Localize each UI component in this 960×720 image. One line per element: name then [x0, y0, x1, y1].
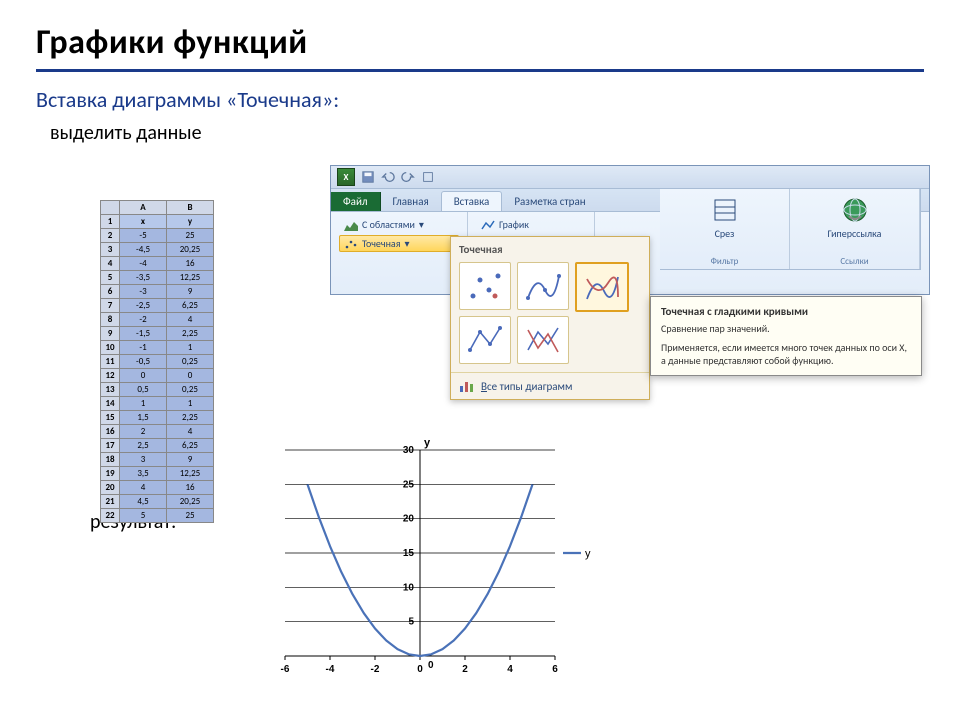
tab-page-layout[interactable]: Разметка стран: [502, 192, 597, 211]
col-header-b: B: [167, 201, 214, 215]
table-row: 20416: [101, 481, 214, 495]
table-row: 1624: [101, 425, 214, 439]
table-row: 130,50,25: [101, 383, 214, 397]
table-corner: [101, 201, 120, 215]
table-row: 172,56,25: [101, 439, 214, 453]
svg-text:30: 30: [403, 445, 415, 456]
ribbon-btn-line-label: График: [499, 218, 529, 231]
table-row: 5-3,512,25: [101, 271, 214, 285]
svg-text:10: 10: [403, 582, 415, 593]
tooltip: Точечная с гладкими кривыми Сравнение па…: [650, 296, 922, 376]
svg-text:y: y: [424, 437, 431, 449]
svg-text:4: 4: [507, 664, 513, 675]
table-row: 151,52,25: [101, 411, 214, 425]
parabola-chart: 5 10 15 20 25 30 -6 -4 -2 0 2 4 6 0 y y: [235, 430, 615, 686]
table-row: 193,512,25: [101, 467, 214, 481]
quick-access-toolbar: X: [331, 166, 929, 189]
svg-text:25: 25: [403, 479, 415, 490]
dropdown-arrow-icon: ▾: [419, 218, 424, 231]
table-row: 1839: [101, 453, 214, 467]
tab-file[interactable]: Файл: [331, 192, 381, 211]
scatter-option-markers[interactable]: [459, 262, 511, 310]
table-row: 1xy: [101, 215, 214, 229]
line-chart-icon: [481, 219, 495, 231]
ribbon-btn-line[interactable]: График: [476, 216, 586, 233]
ribbon-btn-area-label: С областями: [362, 218, 415, 231]
table-row: 10-11: [101, 341, 214, 355]
svg-text:20: 20: [403, 514, 415, 525]
ribbon-group-filter-caption: Фильтр: [668, 254, 781, 267]
dropdown-arrow-icon: ▾: [404, 237, 409, 250]
table-row: 3-4,520,25: [101, 243, 214, 257]
svg-text:0: 0: [428, 660, 434, 671]
table-row: 1411: [101, 397, 214, 411]
area-chart-icon: [344, 219, 358, 231]
excel-icon: X: [337, 168, 355, 186]
scatter-option-straight-markers[interactable]: [459, 316, 511, 364]
svg-text:-4: -4: [326, 664, 335, 675]
svg-text:15: 15: [403, 548, 415, 559]
svg-text:-2: -2: [371, 664, 380, 675]
svg-text:5: 5: [408, 617, 414, 628]
print-preview-icon: [421, 170, 435, 184]
table-row: 4-416: [101, 257, 214, 271]
tab-home[interactable]: Главная: [381, 192, 441, 211]
ribbon-right-fragment: Срез Фильтр Гиперссылка Ссылки: [660, 188, 921, 270]
svg-text:6: 6: [552, 664, 558, 675]
ribbon-btn-area[interactable]: С областями ▾: [339, 216, 459, 233]
redo-icon: [401, 170, 415, 184]
all-chart-types-label: ВВсе типы диаграммсе типы диаграмм: [481, 380, 572, 393]
col-header-a: A: [120, 201, 167, 215]
ribbon-btn-scatter[interactable]: Точечная ▾: [339, 235, 459, 252]
scatter-dropdown: Точечная ВВсе типы диаграммсе типы диагр…: [450, 236, 650, 400]
svg-text:y: y: [585, 548, 591, 560]
svg-text:0: 0: [417, 664, 423, 675]
table-row: 2-525: [101, 229, 214, 243]
table-row: 214,520,25: [101, 495, 214, 509]
table-row: 7-2,56,25: [101, 299, 214, 313]
table-row: 22525: [101, 509, 214, 523]
all-charts-icon: [459, 379, 475, 393]
ribbon-group-charts-caption: [339, 279, 459, 292]
scatter-option-straight-lines[interactable]: [517, 316, 569, 364]
tab-insert[interactable]: Вставка: [441, 191, 503, 211]
ribbon-group-links-caption: Ссылки: [798, 254, 911, 267]
subtitle: Вставка диаграммы «Точечная»:: [36, 86, 924, 113]
all-chart-types[interactable]: ВВсе типы диаграммсе типы диаграмм: [451, 372, 649, 399]
step-select-data: выделить данные: [50, 121, 924, 145]
svg-text:-6: -6: [281, 664, 290, 675]
save-icon: [361, 170, 375, 184]
ribbon-btn-hyperlink[interactable]: Гиперссылка: [798, 193, 911, 242]
table-row: 8-24: [101, 313, 214, 327]
ribbon-btn-hyperlink-label: Гиперссылка: [828, 227, 882, 240]
table-row: 6-39: [101, 285, 214, 299]
slicer-icon: [712, 197, 738, 223]
table-row: 9-1,52,25: [101, 327, 214, 341]
excel-data-table: A B 1xy2-5253-4,520,254-4165-3,512,256-3…: [100, 200, 214, 523]
title-underline: [36, 69, 924, 72]
scatter-option-smooth-lines[interactable]: [575, 262, 629, 312]
ribbon-btn-slicer[interactable]: Срез: [668, 193, 781, 242]
undo-icon: [381, 170, 395, 184]
tooltip-title: Точечная с гладкими кривыми: [661, 305, 911, 318]
table-row: 1200: [101, 369, 214, 383]
ribbon-btn-slicer-label: Срез: [715, 227, 735, 240]
svg-text:2: 2: [462, 664, 468, 675]
ribbon-btn-scatter-label: Точечная: [362, 237, 400, 250]
result-chart: 5 10 15 20 25 30 -6 -4 -2 0 2 4 6 0 y y: [235, 430, 615, 686]
tooltip-line2: Применяется, если имеется много точек да…: [661, 341, 911, 367]
page-title: Графики функций: [36, 22, 924, 63]
tooltip-line1: Сравнение пар значений.: [661, 322, 911, 335]
scatter-option-smooth-markers[interactable]: [517, 262, 569, 310]
dropdown-title: Точечная: [451, 237, 649, 260]
table-row: 11-0,50,25: [101, 355, 214, 369]
scatter-chart-icon: [344, 238, 358, 250]
globe-icon: [841, 196, 869, 224]
